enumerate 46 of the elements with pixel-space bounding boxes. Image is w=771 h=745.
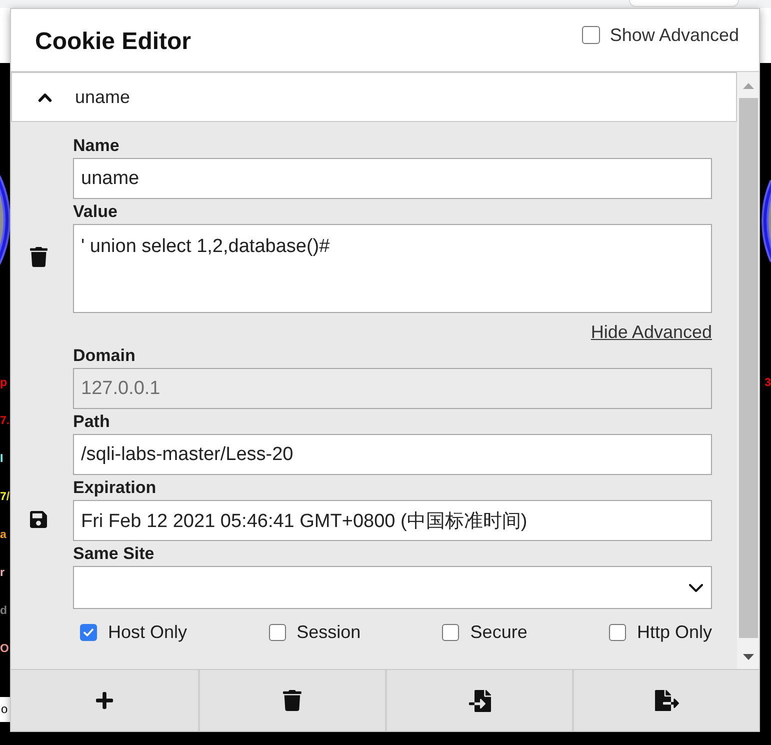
checkbox-label: Host Only bbox=[108, 621, 188, 644]
text-field[interactable]: /sqli-labs-master/Less-20 bbox=[73, 434, 712, 475]
trash-icon[interactable] bbox=[30, 247, 48, 267]
text-field[interactable]: Fri Feb 12 2021 05:46:41 GMT+0800 (中国标准时间) bbox=[73, 500, 712, 541]
checkbox[interactable] bbox=[442, 624, 460, 640]
scroll-down-icon[interactable] bbox=[742, 654, 754, 660]
text-fragment: I bbox=[0, 452, 4, 467]
file-export-icon bbox=[654, 690, 678, 712]
text-fragment: p bbox=[0, 376, 8, 391]
checkbox[interactable] bbox=[608, 624, 626, 640]
text-area-field[interactable]: ' union select 1,2,database()# bbox=[73, 224, 712, 313]
cookie-toggle[interactable]: uname bbox=[11, 72, 737, 122]
text-fragment: a bbox=[0, 528, 8, 543]
text-fragment: O bbox=[0, 642, 10, 657]
save-icon[interactable] bbox=[30, 511, 47, 528]
check-icon bbox=[83, 628, 94, 636]
hide-advanced-link[interactable]: Hide Advanced bbox=[590, 321, 712, 343]
checkbox[interactable] bbox=[582, 26, 600, 44]
address-field[interactable] bbox=[629, 0, 739, 7]
text-field[interactable]: uname bbox=[73, 158, 712, 199]
checkbox[interactable] bbox=[80, 624, 97, 640]
field-label: Value bbox=[73, 201, 118, 223]
chevron-down-icon bbox=[689, 584, 703, 592]
checkbox[interactable] bbox=[268, 624, 286, 640]
popup-title: Cookie Editor bbox=[35, 27, 192, 57]
text-fragment: o bbox=[0, 697, 10, 722]
text-fragment: 3 bbox=[764, 376, 771, 391]
text-fragment: d bbox=[0, 604, 8, 619]
field-label: Path bbox=[73, 411, 111, 433]
checkbox-label: Session bbox=[296, 621, 361, 644]
checkbox-label: Http Only bbox=[636, 621, 712, 644]
text-fragment: r bbox=[0, 566, 6, 581]
trash-icon bbox=[283, 690, 302, 711]
field-label: Expiration bbox=[73, 477, 158, 499]
scrollbar-thumb[interactable] bbox=[738, 98, 758, 638]
field-label: Name bbox=[73, 135, 120, 157]
checkbox-label: Show Advanced bbox=[610, 24, 739, 47]
field-label: Domain bbox=[73, 345, 136, 367]
field-label: Same Site bbox=[73, 543, 156, 565]
file-import-icon bbox=[468, 690, 490, 712]
text-fragment: 7. bbox=[0, 414, 10, 429]
caret-up-icon bbox=[38, 92, 52, 102]
text-fragment: 7/ bbox=[0, 490, 10, 505]
checkbox-label: Secure bbox=[470, 621, 528, 644]
select-field[interactable] bbox=[73, 566, 712, 609]
plus-icon bbox=[96, 692, 113, 709]
